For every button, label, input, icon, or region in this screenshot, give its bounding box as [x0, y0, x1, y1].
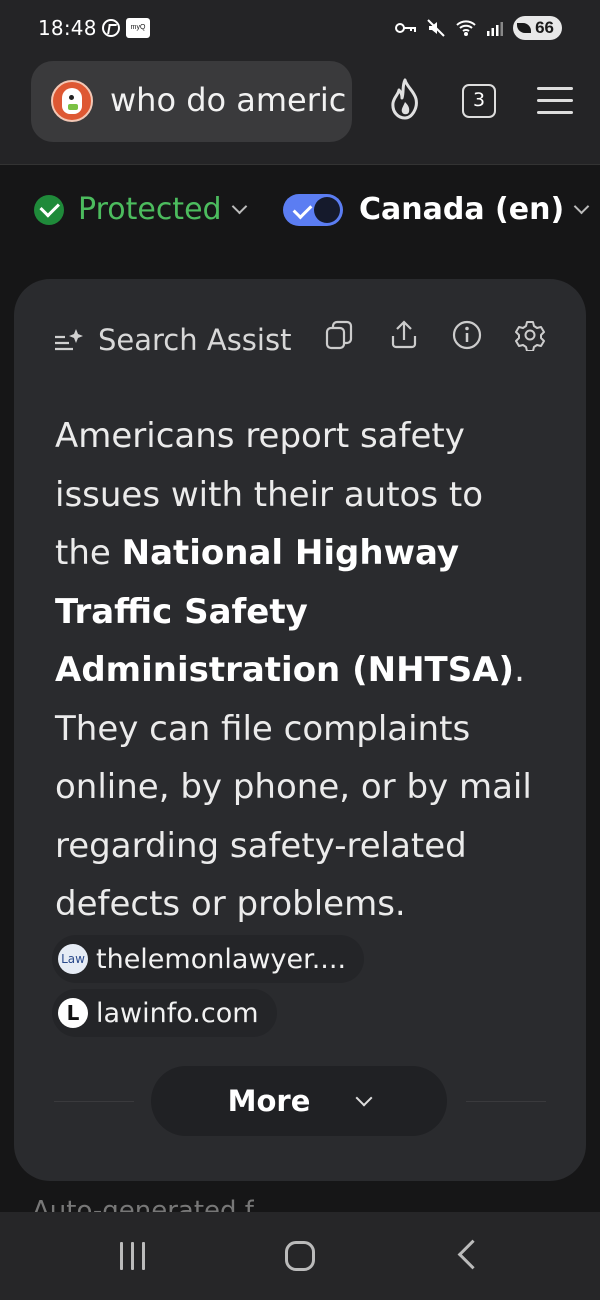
myq-app-icon: myQ	[126, 18, 150, 38]
assist-answer: Americans report safety issues with thei…	[55, 416, 532, 924]
source-label: lawinfo.com	[96, 997, 259, 1029]
sparkle-list-icon	[55, 329, 83, 351]
region-toggle[interactable]	[283, 193, 343, 226]
divider	[466, 1101, 546, 1102]
copy-icon[interactable]	[324, 319, 356, 351]
assist-header: Search Assist	[54, 323, 291, 357]
more-label: More	[227, 1084, 311, 1118]
power-saving-icon	[517, 23, 532, 33]
peek-text: Auto-generated f	[32, 1196, 254, 1212]
battery-indicator: 66	[513, 16, 562, 40]
protected-check-icon	[34, 194, 64, 225]
source-label: thelemonlawyer....	[96, 943, 347, 975]
more-button[interactable]: More	[151, 1066, 447, 1136]
status-time: 18:48	[38, 16, 97, 40]
signal-icon	[487, 22, 504, 36]
back-icon[interactable]	[457, 1239, 488, 1270]
status-bar: 18:48 myQ 66	[0, 0, 600, 58]
menu-icon[interactable]	[537, 87, 573, 115]
battery-level: 66	[535, 18, 554, 37]
chevron-down-icon	[231, 198, 247, 215]
answer-highlight: National Highway Traffic Safety Administ…	[55, 533, 515, 690]
tab-switcher-button[interactable]: 3	[462, 84, 496, 118]
source-link[interactable]: Law thelemonlawyer....	[52, 935, 365, 983]
search-query-text[interactable]: who do americ	[110, 81, 345, 119]
fire-icon[interactable]	[384, 78, 426, 122]
browser-toolbar: who do americ 3	[0, 58, 600, 165]
recents-icon[interactable]	[118, 1242, 148, 1270]
share-icon[interactable]	[388, 319, 420, 351]
info-icon[interactable]	[451, 319, 483, 351]
source-favicon-icon: Law	[58, 944, 88, 974]
check-icon	[292, 199, 313, 219]
system-nav-bar	[0, 1212, 600, 1300]
duckduckgo-logo-icon	[51, 80, 93, 122]
gear-icon[interactable]	[514, 319, 546, 351]
status-icons: 66	[395, 16, 562, 40]
home-icon[interactable]	[285, 1241, 315, 1271]
protected-label: Protected	[78, 192, 222, 227]
vpn-key-icon	[395, 23, 417, 33]
chevron-down-icon	[573, 198, 590, 215]
search-assist-card: Search Assist Americans report safety is…	[14, 279, 586, 1181]
region-label: Canada (en)	[359, 192, 565, 227]
privacy-status[interactable]: Protected	[34, 192, 247, 227]
data-saver-icon	[102, 19, 120, 37]
chevron-down-icon	[355, 1089, 373, 1107]
mute-icon	[427, 19, 445, 37]
source-link[interactable]: L lawinfo.com	[52, 989, 277, 1037]
region-selector[interactable]: Canada (en)	[283, 192, 590, 227]
assist-title: Search Assist	[98, 323, 292, 357]
source-favicon-icon: L	[58, 998, 88, 1028]
wifi-icon	[456, 20, 476, 36]
address-bar[interactable]: who do americ	[31, 61, 352, 142]
divider	[54, 1101, 134, 1102]
